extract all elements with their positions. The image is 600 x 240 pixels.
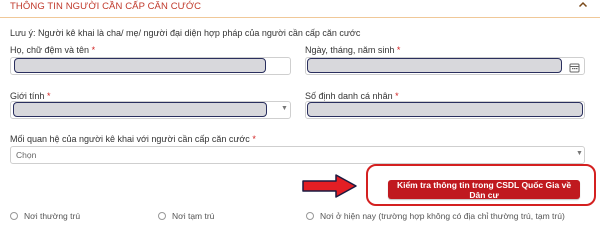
- dob-label: Ngày, tháng, năm sinh *: [305, 45, 400, 55]
- radio-current[interactable]: [306, 212, 314, 220]
- id-label-text: Số định danh cá nhân: [305, 91, 393, 101]
- gender-redaction: [13, 102, 267, 117]
- full-name-label-text: Họ, chữ đệm và tên: [10, 45, 90, 55]
- radio-permanent-label: Nơi thường trú: [24, 211, 81, 221]
- id-redaction: [307, 102, 583, 117]
- required-mark: *: [91, 45, 96, 55]
- dob-redaction: [307, 58, 562, 73]
- required-mark: *: [46, 91, 51, 101]
- arrow-right-icon: [302, 173, 358, 204]
- full-name-label: Họ, chữ đệm và tên *: [10, 45, 95, 55]
- radio-permanent[interactable]: [10, 212, 18, 220]
- id-label: Số định danh cá nhân *: [305, 91, 399, 101]
- gender-label-text: Giới tính: [10, 91, 45, 101]
- dob-label-text: Ngày, tháng, năm sinh: [305, 45, 395, 55]
- relation-label: Mối quan hệ của người kê khai với người …: [10, 134, 256, 144]
- required-mark: *: [396, 45, 401, 55]
- radio-current-label: Nơi ở hiện nay (trường hợp không có địa …: [320, 211, 565, 221]
- relation-placeholder: Chọn: [16, 150, 37, 160]
- gender-label: Giới tính *: [10, 91, 50, 101]
- relation-label-text: Mối quan hệ của người kê khai với người …: [10, 134, 250, 144]
- check-national-db-button[interactable]: Kiểm tra thông tin trong CSDL Quốc Gia v…: [388, 180, 580, 200]
- radio-temporary-label: Nơi tạm trú: [172, 211, 215, 221]
- required-mark: *: [252, 134, 256, 144]
- radio-temporary[interactable]: [158, 212, 166, 220]
- chevron-down-icon[interactable]: ▼: [281, 105, 288, 112]
- section-title: THÔNG TIN NGƯỜI CẦN CẤP CĂN CƯỚC: [10, 1, 202, 12]
- required-mark: *: [395, 91, 399, 101]
- declarant-note: Lưu ý: Người kê khai là cha/ mẹ/ người đ…: [10, 28, 361, 38]
- full-name-redaction: [14, 58, 266, 73]
- chevron-up-icon[interactable]: [576, 0, 590, 14]
- chevron-down-icon[interactable]: ▼: [576, 150, 583, 157]
- relation-select[interactable]: [10, 146, 585, 164]
- calendar-icon[interactable]: [569, 60, 581, 73]
